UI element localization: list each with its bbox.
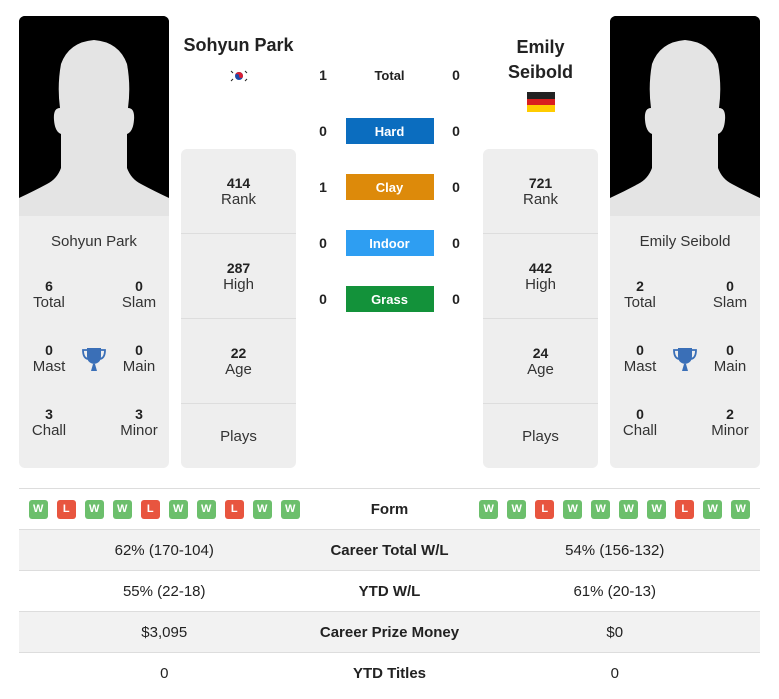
head-to-head: 1 Total 0 0 Hard 0 1 Clay 0 0 Indoor 0 0… [313,62,466,312]
form-win-badge[interactable]: W [507,499,527,519]
player1-card-name: Sohyun Park [51,233,137,250]
player1-name[interactable]: Sohyun Park [181,35,296,56]
player2-high: 442 High [483,234,598,319]
form-loss-badge[interactable]: L [675,499,695,519]
surface-hard-badge: Hard [345,118,434,144]
form-win-badge[interactable]: W [479,499,499,519]
player2-titles-card: Emily Seibold 2 Total 0 Slam 0 Mast 0 Main 0… [610,216,760,468]
silhouette-icon [19,16,169,216]
h2h-row-clay: 1 Clay 0 [313,174,466,200]
h2h-row-hard: 0 Hard 0 [313,118,466,144]
silhouette-icon [610,16,760,216]
player1-main-titles: 0 Main [122,342,156,375]
table-row: 0 YTD Titles 0 [19,652,760,694]
form-win-badge[interactable]: W [28,499,48,519]
player2-total-titles: 2 Total [624,278,656,311]
player2-ranking-panel: 721 Rank 442 High 24 Age Plays [483,149,598,468]
form-win-badge[interactable]: W [84,499,104,519]
comparison-table: WLWWLWWLWW Form WWLWWWWLWW 62% (170-104)… [19,488,760,694]
player2-minor-titles: 2 Minor [711,406,749,439]
form-win-badge[interactable]: W [731,499,751,519]
player2-chall-titles: 0 Chall [622,406,658,439]
form-row: WLWWLWWLWW Form WWLWWWWLWW [19,488,760,530]
player1-photo [19,16,169,216]
form-loss-badge[interactable]: L [56,499,76,519]
player2-mast-titles: 0 Mast [623,342,657,375]
player2-name[interactable]: Emily Seibold [483,35,598,85]
player1-slam-titles: 0 Slam [121,278,157,311]
form-win-badge[interactable]: W [591,499,611,519]
form-win-badge[interactable]: W [703,499,723,519]
surface-indoor-badge: Indoor [345,230,434,256]
player1-high: 287 High [181,234,296,319]
player2-main-titles: 0 Main [713,342,747,375]
surface-grass-badge: Grass [345,286,434,312]
player1-form: WLWWLWWLWW [19,488,310,530]
form-loss-badge[interactable]: L [535,499,555,519]
player1-titles-card: Sohyun Park 6 Total 0 Slam 0 Mast 0 Main 3 Ch… [19,216,169,468]
player2-rank: 721 Rank [483,149,598,234]
surface-clay-badge: Clay [345,174,434,200]
player2-slam-titles: 0 Slam [712,278,748,311]
table-row: $3,095 Career Prize Money $0 [19,611,760,653]
form-win-badge[interactable]: W [196,499,216,519]
player1-minor-titles: 3 Minor [120,406,158,439]
player2-plays: Plays [522,427,559,445]
form-win-badge[interactable]: W [168,499,188,519]
trophy-icon [673,348,697,371]
form-loss-badge[interactable]: L [140,499,160,519]
player2-form: WWLWWWWLWW [469,488,760,530]
germany-flag-icon [527,92,555,112]
player1-rank: 414 Rank [181,149,296,234]
trophy-icon [82,348,106,371]
form-win-badge[interactable]: W [647,499,667,519]
player1-chall-titles: 3 Chall [31,406,67,439]
player1-age: 22 Age [181,319,296,404]
h2h-row-indoor: 0 Indoor 0 [313,230,466,256]
h2h-row-total: 1 Total 0 [319,67,460,83]
form-win-badge[interactable]: W [252,499,272,519]
h2h-row-grass: 0 Grass 0 [313,286,466,312]
form-win-badge[interactable]: W [563,499,583,519]
table-row: 55% (22-18) YTD W/L 61% (20-13) [19,570,760,612]
player1-ranking-panel: 414 Rank 287 High 22 Age Plays [181,149,296,468]
table-row: 62% (170-104) Career Total W/L 54% (156-… [19,529,760,571]
player2-photo [610,16,760,216]
form-win-badge[interactable]: W [112,499,132,519]
player1-total-titles: 6 Total [33,278,65,311]
south-korea-flag-icon [229,68,249,84]
form-win-badge[interactable]: W [280,499,300,519]
form-loss-badge[interactable]: L [224,499,244,519]
player1-mast-titles: 0 Mast [32,342,66,375]
form-win-badge[interactable]: W [619,499,639,519]
player2-age: 24 Age [483,319,598,404]
player1-plays: Plays [220,427,257,445]
player2-card-name: Emily Seibold [639,233,731,250]
form-label: Form [309,488,470,530]
